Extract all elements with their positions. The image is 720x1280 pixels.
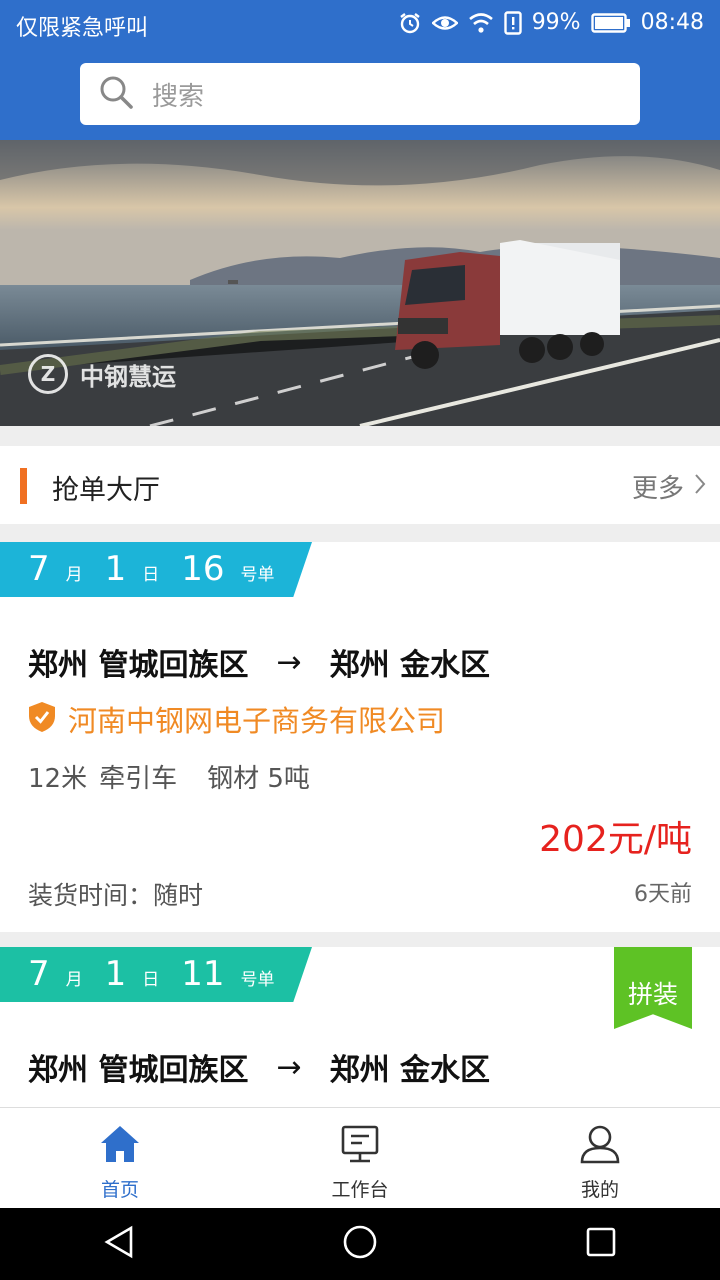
company-name: 河南中钢网电子商务有限公司 bbox=[68, 704, 446, 738]
search-bar[interactable]: 搜索 bbox=[80, 63, 640, 125]
alarm-icon bbox=[398, 11, 422, 35]
route-origin: 郑州 管城回族区 bbox=[28, 1053, 249, 1088]
profile-icon bbox=[579, 1124, 621, 1169]
order-date-ribbon: 7 月 1 日 11 号单 bbox=[0, 947, 312, 1002]
logo-mark-icon: Z bbox=[28, 354, 68, 394]
order-date-ribbon: 7 月 1 日 16 号单 bbox=[0, 542, 312, 597]
route-arrow: → bbox=[276, 1049, 302, 1085]
tab-home[interactable]: 首页 bbox=[0, 1108, 240, 1208]
banner-logo-text: 中钢慧运 bbox=[80, 362, 176, 391]
order-month-unit: 月 bbox=[65, 970, 83, 990]
consolidated-tag: 拼装 bbox=[614, 947, 692, 1029]
carrier-label: 仅限紧急呼叫 bbox=[16, 16, 149, 41]
search-placeholder: 搜索 bbox=[152, 81, 205, 112]
order-number-unit: 号单 bbox=[240, 565, 275, 585]
order-specs: 12米 牵引车 钢材 5吨 bbox=[28, 758, 310, 795]
chevron-right-icon bbox=[694, 472, 706, 502]
verified-shield-icon bbox=[28, 701, 56, 737]
status-bar: 仅限紧急呼叫 99% 08:48 bbox=[0, 0, 720, 50]
section-title: 抢单大厅 bbox=[52, 475, 160, 506]
more-link[interactable]: 更多 bbox=[632, 468, 706, 505]
order-card[interactable]: 7 月 1 日 11 号单 拼装 郑州 管城回族区 → 郑州 金水区 bbox=[0, 947, 720, 1107]
back-icon[interactable] bbox=[103, 1225, 135, 1263]
more-label: 更多 bbox=[631, 474, 684, 504]
battery-icon bbox=[590, 12, 631, 33]
order-month: 7 bbox=[28, 549, 50, 589]
truck-length: 12米 bbox=[28, 764, 88, 794]
tab-home-label: 首页 bbox=[100, 1179, 139, 1201]
order-card[interactable]: 7 月 1 日 16 号单 郑州 管城回族区 → 郑州 金水区 河南中钢网电子商… bbox=[0, 542, 720, 932]
order-month: 7 bbox=[28, 954, 50, 994]
search-icon bbox=[98, 74, 134, 114]
order-month-unit: 月 bbox=[65, 565, 83, 585]
route-origin: 郑州 管城回族区 bbox=[28, 648, 249, 683]
tab-workbench[interactable]: 工作台 bbox=[240, 1108, 480, 1208]
order-route: 郑州 管城回族区 → 郑州 金水区 bbox=[28, 1045, 490, 1089]
posted-time: 6天前 bbox=[634, 882, 692, 907]
route-destination: 郑州 金水区 bbox=[329, 648, 491, 683]
workbench-icon bbox=[340, 1124, 380, 1169]
order-number: 16 bbox=[181, 549, 225, 589]
sim-alert-icon bbox=[503, 10, 522, 35]
section-accent bbox=[20, 468, 27, 504]
order-hall-header: 抢单大厅 更多 bbox=[0, 446, 720, 524]
order-day: 1 bbox=[104, 954, 127, 994]
bottom-tab-bar: 首页 工作台 我的 bbox=[0, 1107, 720, 1208]
order-day-unit: 日 bbox=[142, 970, 160, 990]
order-number-unit: 号单 bbox=[240, 970, 275, 990]
home-circle-icon[interactable] bbox=[342, 1224, 378, 1264]
system-nav-bar bbox=[0, 1208, 720, 1280]
order-day-unit: 日 bbox=[142, 565, 160, 585]
order-number: 11 bbox=[181, 954, 225, 994]
freight-price: 202元/吨 bbox=[539, 819, 692, 860]
eye-icon bbox=[431, 12, 458, 34]
banner-image[interactable]: Z 中钢慧运 bbox=[0, 140, 720, 426]
recents-icon[interactable] bbox=[585, 1226, 617, 1262]
tab-profile[interactable]: 我的 bbox=[480, 1108, 720, 1208]
order-day: 1 bbox=[104, 549, 127, 589]
tab-profile-label: 我的 bbox=[580, 1179, 619, 1201]
vehicle-type: 牵引车 bbox=[99, 764, 178, 794]
route-arrow: → bbox=[276, 644, 302, 680]
clock: 08:48 bbox=[640, 10, 704, 35]
status-icons: 99% 08:48 bbox=[398, 10, 704, 35]
header: 搜索 bbox=[0, 50, 720, 140]
home-icon bbox=[99, 1124, 141, 1169]
tab-workbench-label: 工作台 bbox=[331, 1179, 389, 1201]
banner-logo: Z 中钢慧运 bbox=[28, 354, 176, 394]
order-route: 郑州 管城回族区 → 郑州 金水区 bbox=[28, 640, 490, 684]
battery-percent: 99% bbox=[531, 10, 581, 35]
load-time: 装货时间：随时 bbox=[28, 881, 204, 910]
wifi-icon bbox=[468, 12, 494, 34]
shipper-company: 河南中钢网电子商务有限公司 bbox=[28, 698, 445, 740]
route-destination: 郑州 金水区 bbox=[329, 1053, 491, 1088]
cargo-info: 钢材 5吨 bbox=[207, 764, 310, 794]
